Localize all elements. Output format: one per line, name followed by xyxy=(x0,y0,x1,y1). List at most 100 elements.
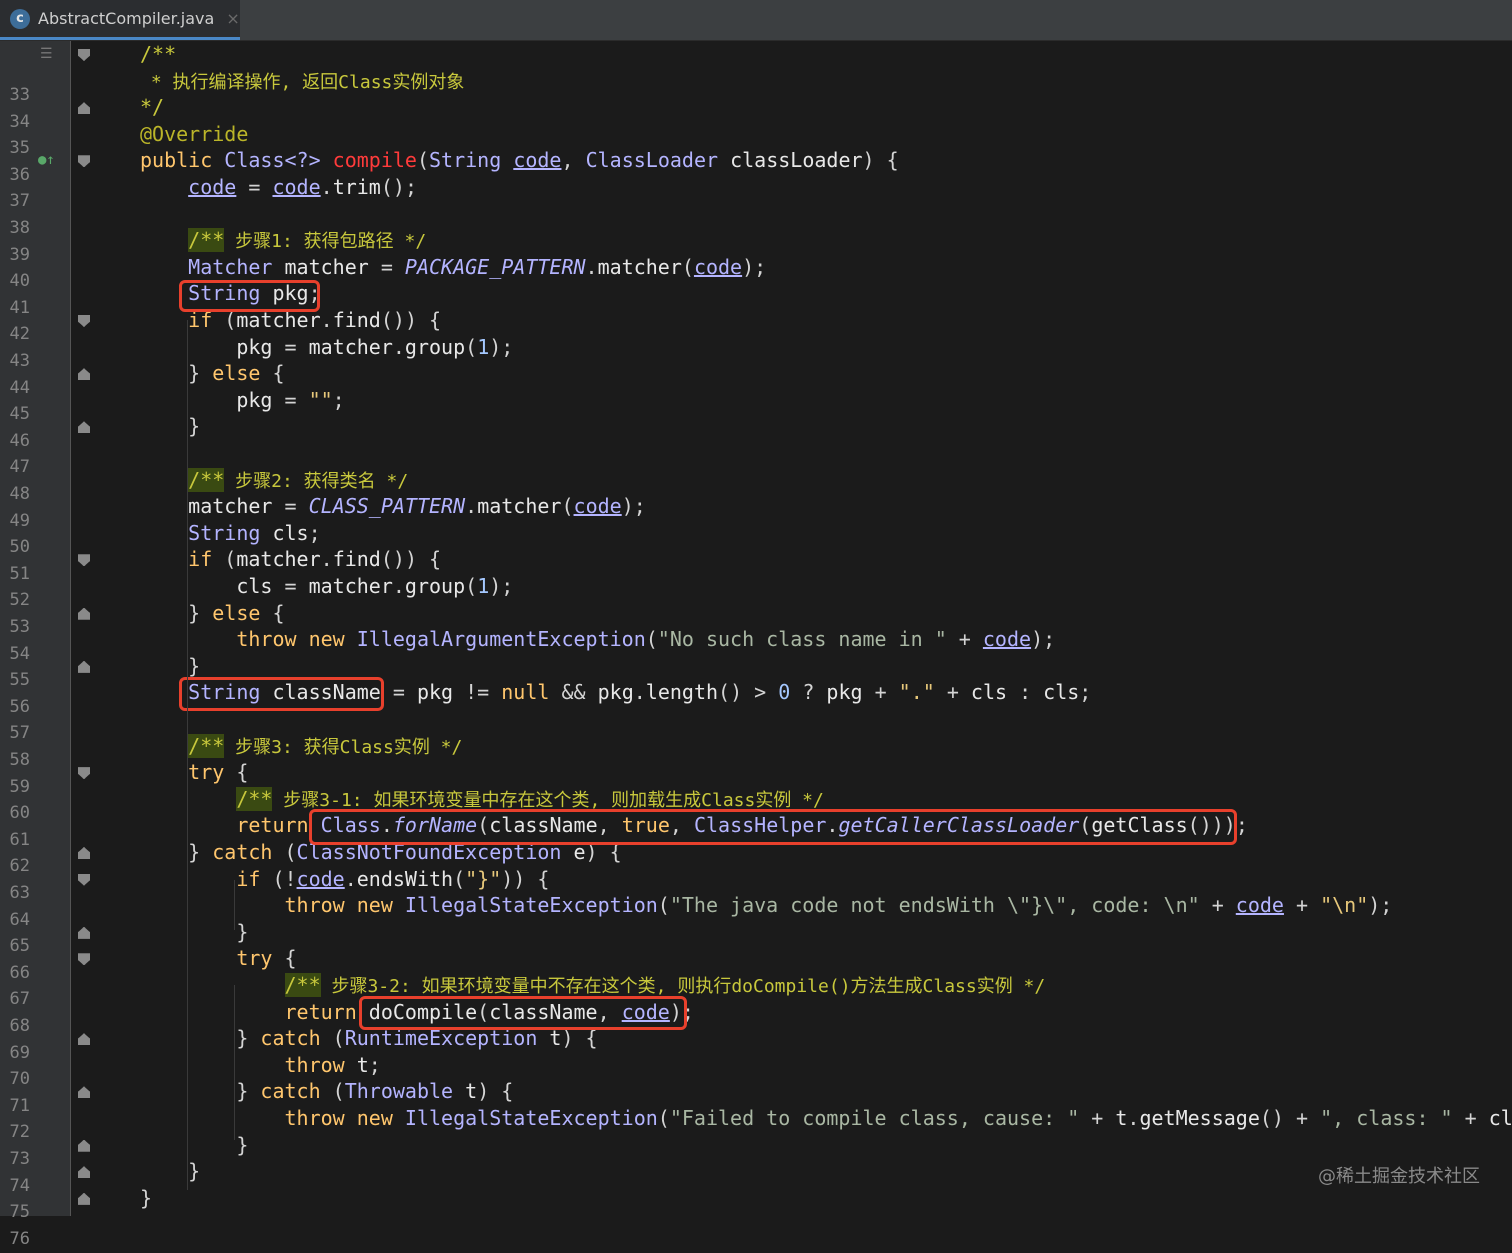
code-line[interactable]: } else { xyxy=(140,600,284,627)
code-token: 步骤3-2: 如果环境变量中不存在这个类, 则执行doCompile()方法生成… xyxy=(320,976,1046,997)
code-line[interactable]: /** 步骤3: 获得Class实例 */ xyxy=(140,733,462,760)
code-line[interactable]: */ xyxy=(140,94,164,121)
code-line[interactable]: public Class<?> compile(String code, Cla… xyxy=(140,147,899,174)
code-token: ( xyxy=(416,148,430,173)
code-token: null xyxy=(501,680,562,705)
code-token: String xyxy=(188,520,273,545)
code-token: @Override xyxy=(140,121,249,146)
code-line[interactable]: /** xyxy=(140,41,176,68)
code-line[interactable]: String cls; xyxy=(140,520,320,547)
line-number: 72 xyxy=(9,1122,30,1143)
code-line[interactable]: pkg = ""; xyxy=(140,387,344,414)
code-token: ) { xyxy=(862,148,899,173)
watermark: @稀土掘金技术社区 xyxy=(1318,1166,1480,1187)
line-number: 52 xyxy=(9,590,30,611)
code-token: 步骤3-1: 如果环境变量中存在这个类, 则加载生成Class实例 */ xyxy=(272,789,824,811)
code-token: cls xyxy=(1043,680,1080,705)
line-number: 63 xyxy=(9,883,30,903)
code-line[interactable]: cls = matcher.group(1); xyxy=(140,573,513,600)
code-token: ( xyxy=(332,1026,345,1051)
code-line[interactable]: /** 步骤2: 获得类名 */ xyxy=(140,467,408,494)
code-token: /** xyxy=(284,973,321,997)
code-token: } xyxy=(140,840,213,864)
code-line[interactable]: try { xyxy=(140,945,297,972)
java-class-icon: c xyxy=(10,8,30,29)
code-line[interactable]: throw new IllegalStateException("The jav… xyxy=(140,892,1393,919)
code-token: "}" xyxy=(465,866,502,891)
code-token: . xyxy=(320,175,333,199)
code-token: matcher xyxy=(597,254,682,279)
code-line[interactable]: @Override xyxy=(140,121,248,148)
code-token: "The java code not endsWith \"}\", code:… xyxy=(669,893,1200,918)
code-line[interactable]: /** 步骤1: 获得包路径 */ xyxy=(140,227,426,254)
code-line[interactable]: throw t; xyxy=(140,1052,381,1079)
code-token: ( xyxy=(561,494,574,519)
code-line[interactable]: if (!code.endsWith("}")) { xyxy=(140,866,549,893)
code-token: matcher xyxy=(188,494,273,519)
code-token: clas xyxy=(1488,1106,1512,1130)
line-number: 43 xyxy=(9,351,30,371)
code-token: throw new xyxy=(284,1106,405,1130)
line-number: 38 xyxy=(9,218,30,238)
code-token: /** xyxy=(188,228,225,253)
code-line[interactable]: } else { xyxy=(140,360,284,387)
code-token: () + xyxy=(1259,1106,1321,1130)
code-token: } xyxy=(140,1132,249,1157)
code-token: = xyxy=(272,494,309,519)
code-line[interactable]: } xyxy=(140,413,200,440)
code-token: = xyxy=(272,387,309,412)
code-token: cls xyxy=(272,520,309,545)
highlight-box-docompile xyxy=(359,996,687,1030)
code-line[interactable]: matcher = CLASS_PATTERN.matcher(code); xyxy=(140,493,646,520)
code-line[interactable]: throw new IllegalArgumentException("No s… xyxy=(140,626,1055,653)
code-line[interactable]: Matcher matcher = PACKAGE_PATTERN.matche… xyxy=(140,254,766,281)
code-line[interactable]: if (matcher.find()) { xyxy=(140,546,441,573)
code-token: ()) { xyxy=(380,547,442,572)
code-token: + xyxy=(1079,1106,1116,1130)
code-token: . xyxy=(585,254,598,279)
code-line[interactable]: throw new IllegalStateException("Failed … xyxy=(140,1105,1512,1132)
code-line[interactable]: } catch (Throwable t) { xyxy=(140,1078,513,1105)
code-token: ; xyxy=(368,1052,381,1077)
code-token: 1 xyxy=(477,574,490,598)
code-token: catch xyxy=(260,1026,333,1051)
code-token: group xyxy=(404,334,466,359)
line-number: 69 xyxy=(9,1042,30,1063)
code-token: code xyxy=(573,494,622,519)
highlight-box-string-classname xyxy=(179,677,384,711)
code-token: classLoader xyxy=(730,148,863,173)
tab-abstract-compiler[interactable]: c AbstractCompiler.java × xyxy=(0,0,240,40)
code-token: find xyxy=(332,308,381,332)
line-number: 64 xyxy=(9,909,30,930)
code-token: ) { xyxy=(477,1079,514,1104)
code-token: } xyxy=(140,600,213,625)
code-token: Throwable xyxy=(344,1079,466,1104)
code-token: )) { xyxy=(501,866,550,891)
code-line[interactable]: code = code.trim(); xyxy=(140,174,417,201)
override-method-icon[interactable]: ●↑ xyxy=(38,152,55,168)
code-line[interactable]: pkg = matcher.group(1); xyxy=(140,334,513,361)
code-line[interactable]: } xyxy=(140,1132,248,1159)
code-token: /** xyxy=(188,733,225,758)
code-line[interactable]: } xyxy=(140,1158,200,1185)
code-token: String xyxy=(429,148,514,173)
code-line[interactable]: } xyxy=(140,919,248,946)
close-icon[interactable]: × xyxy=(226,9,239,28)
code-line[interactable]: } xyxy=(140,1185,152,1212)
code-token: && xyxy=(561,680,598,705)
code-line[interactable]: } xyxy=(140,653,200,680)
code-line[interactable]: try { xyxy=(140,759,248,786)
code-line[interactable]: * 执行编译操作, 返回Class实例对象 xyxy=(140,68,465,95)
code-line[interactable]: /** 步骤3-2: 如果环境变量中不存在这个类, 则执行doCompile()… xyxy=(140,972,1045,999)
code-token: { xyxy=(284,946,297,971)
code-token: Class<?> xyxy=(224,148,333,173)
